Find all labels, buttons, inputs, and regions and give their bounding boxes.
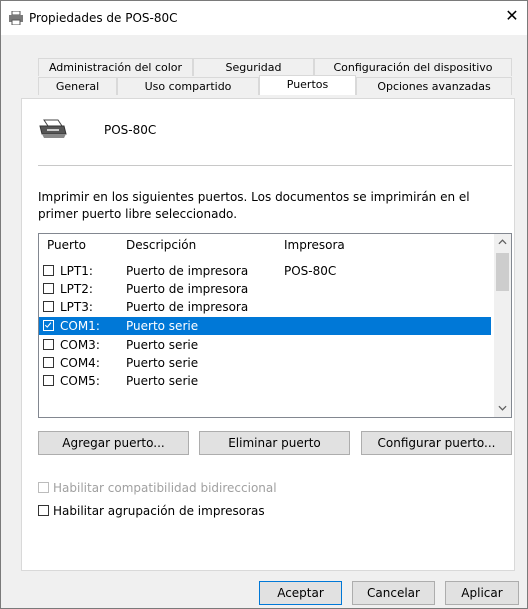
port-checkbox-checked[interactable] bbox=[43, 320, 54, 331]
port-name: COM5: bbox=[60, 374, 100, 388]
port-row-com1[interactable]: COM1: Puerto serie bbox=[39, 317, 491, 335]
port-description: Puerto de impresora bbox=[126, 264, 249, 278]
printer-name: POS-80C bbox=[104, 123, 157, 137]
delete-port-button[interactable]: Eliminar puerto bbox=[199, 431, 350, 455]
configure-port-button[interactable]: Configurar puerto... bbox=[361, 431, 512, 455]
title-bar: Propiedades de POS-80C ✕ bbox=[1, 1, 527, 35]
cancel-button[interactable]: Cancelar bbox=[352, 581, 435, 605]
port-name: COM4: bbox=[60, 356, 100, 370]
tab-security[interactable]: Seguridad bbox=[193, 58, 314, 76]
pooling-checkbox[interactable]: Habilitar agrupación de impresoras bbox=[38, 504, 265, 518]
port-row-lpt3[interactable]: LPT3: Puerto de impresora bbox=[39, 298, 491, 316]
port-name: LPT2: bbox=[60, 282, 93, 296]
port-checkbox[interactable] bbox=[43, 375, 54, 386]
scroll-up-icon[interactable] bbox=[494, 234, 511, 251]
port-checkbox[interactable] bbox=[43, 301, 54, 312]
printer-icon bbox=[39, 119, 67, 138]
port-list[interactable]: Puerto Descripción Impresora LPT1: Puert… bbox=[38, 233, 512, 418]
port-name: COM1: bbox=[60, 319, 100, 333]
tab-advanced-options[interactable]: Opciones avanzadas bbox=[356, 77, 512, 95]
printer-title-icon bbox=[9, 11, 23, 25]
ports-description: Imprimir en los siguientes puertos. Los … bbox=[38, 190, 470, 221]
checkbox-box[interactable] bbox=[38, 505, 49, 516]
port-description: Puerto de impresora bbox=[126, 300, 249, 314]
port-row-com5[interactable]: COM5: Puerto serie bbox=[39, 372, 491, 390]
port-name: LPT3: bbox=[60, 300, 93, 314]
tab-device-settings[interactable]: Configuración del dispositivo bbox=[314, 58, 512, 76]
scrollbar-thumb[interactable] bbox=[496, 253, 509, 291]
port-description: Puerto serie bbox=[126, 338, 199, 352]
checkbox-box bbox=[38, 482, 49, 493]
port-checkbox[interactable] bbox=[43, 339, 54, 350]
bidirectional-checkbox: Habilitar compatibilidad bidireccional bbox=[38, 481, 277, 495]
properties-dialog: Propiedades de POS-80C ✕ Administración … bbox=[0, 0, 528, 609]
port-description: Puerto de impresora bbox=[126, 282, 249, 296]
column-header-printer[interactable]: Impresora bbox=[284, 238, 345, 252]
port-printer: POS-80C bbox=[284, 264, 337, 278]
pooling-label[interactable]: Habilitar agrupación de impresoras bbox=[53, 504, 265, 518]
port-checkbox[interactable] bbox=[43, 283, 54, 294]
separator bbox=[38, 165, 512, 166]
port-checkbox[interactable] bbox=[43, 265, 54, 276]
apply-button[interactable]: Aplicar bbox=[445, 581, 519, 605]
port-row-lpt1[interactable]: LPT1: Puerto de impresora POS-80C bbox=[39, 262, 491, 280]
column-header-description[interactable]: Descripción bbox=[126, 238, 196, 252]
column-header-port[interactable]: Puerto bbox=[47, 238, 86, 252]
bidirectional-label: Habilitar compatibilidad bidireccional bbox=[53, 481, 277, 495]
port-row-lpt2[interactable]: LPT2: Puerto de impresora bbox=[39, 280, 491, 298]
port-checkbox[interactable] bbox=[43, 357, 54, 368]
port-description: Puerto serie bbox=[126, 319, 199, 333]
port-description: Puerto serie bbox=[126, 356, 199, 370]
tab-sharing[interactable]: Uso compartido bbox=[117, 77, 259, 95]
scroll-down-icon[interactable] bbox=[494, 400, 511, 417]
close-button[interactable]: ✕ bbox=[497, 1, 527, 31]
port-row-com4[interactable]: COM4: Puerto serie bbox=[39, 354, 491, 372]
port-list-scrollbar[interactable] bbox=[494, 234, 511, 417]
add-port-button[interactable]: Agregar puerto... bbox=[38, 431, 189, 455]
port-name: COM3: bbox=[60, 338, 100, 352]
tab-ports[interactable]: Puertos bbox=[259, 75, 356, 95]
port-name: LPT1: bbox=[60, 264, 93, 278]
window-title: Propiedades de POS-80C bbox=[29, 11, 178, 25]
ok-button[interactable]: Aceptar bbox=[259, 581, 342, 605]
tab-general[interactable]: General bbox=[38, 77, 117, 95]
port-row-com3[interactable]: COM3: Puerto serie bbox=[39, 336, 491, 354]
port-description: Puerto serie bbox=[126, 374, 199, 388]
tab-color-management[interactable]: Administración del color bbox=[38, 58, 193, 76]
